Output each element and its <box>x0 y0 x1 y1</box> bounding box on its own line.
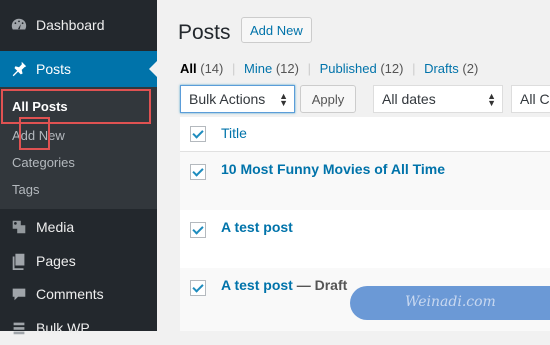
sidebar-item-label: Posts <box>36 61 72 77</box>
posts-screen: Posts Add New All (14) | Mine (12) | Pub… <box>157 0 550 331</box>
sidebar-item-comments[interactable]: Comments <box>0 277 157 311</box>
watermark-text: Weinadi.com <box>405 294 496 310</box>
filter-mine[interactable]: Mine <box>244 61 272 76</box>
row-checkbox[interactable] <box>190 164 206 180</box>
bulk-icon <box>9 318 29 338</box>
filter-drafts-count: (2) <box>462 61 479 76</box>
select-caret-icon: ▲ ▼ <box>487 91 496 108</box>
submenu-tags[interactable]: Tags <box>12 182 39 197</box>
filter-published-count: (12) <box>380 61 404 76</box>
filter-all[interactable]: All <box>180 61 197 76</box>
filter-drafts[interactable]: Drafts <box>424 61 459 76</box>
bulk-actions-select[interactable]: Bulk Actions ▲ ▼ <box>180 85 295 113</box>
sidebar-item-dashboard[interactable]: Dashboard <box>0 8 157 42</box>
row-checkbox[interactable] <box>190 280 206 296</box>
separator: | <box>412 61 416 76</box>
select-caret-icon: ▲ ▼ <box>279 91 288 108</box>
categories-filter-select[interactable]: All Ca <box>511 85 550 113</box>
sidebar-item-media[interactable]: Media <box>0 210 157 244</box>
sidebar-item-label: Pages <box>36 253 76 269</box>
table-row: 10 Most Funny Movies of All Time <box>180 152 550 210</box>
separator: | <box>307 61 311 76</box>
categories-filter-value: All Ca <box>520 91 550 107</box>
filter-published[interactable]: Published <box>320 61 377 76</box>
highlight-box <box>19 117 50 150</box>
post-status-filters: All (14) | Mine (12) | Published (12) | … <box>180 61 478 76</box>
current-menu-arrow <box>149 61 157 77</box>
media-icon <box>9 217 29 237</box>
pages-icon <box>9 251 29 271</box>
post-title-link[interactable]: A test post <box>221 219 293 235</box>
filter-mine-count: (12) <box>275 61 299 76</box>
dates-filter-select[interactable]: All dates ▲ ▼ <box>373 85 503 113</box>
dates-filter-value: All dates <box>382 91 436 107</box>
sidebar-item-label: Media <box>36 219 75 235</box>
apply-button[interactable]: Apply <box>300 85 356 113</box>
post-title-link[interactable]: 10 Most Funny Movies of All Time <box>221 161 445 177</box>
separator: | <box>232 61 236 76</box>
sidebar-item-posts[interactable]: Posts <box>0 51 157 87</box>
sidebar-item-label: Comments <box>36 286 104 302</box>
select-all-checkbox[interactable] <box>190 126 206 142</box>
page-title: Posts <box>178 21 231 44</box>
pin-icon <box>9 59 29 79</box>
sidebar-item-pages[interactable]: Pages <box>0 244 157 278</box>
sidebar-item-bulk-wp[interactable]: Bulk WP <box>0 311 157 345</box>
title-column-header[interactable]: Title <box>221 125 247 141</box>
table-header: Title <box>180 117 550 152</box>
sidebar-item-label: Dashboard <box>36 17 105 33</box>
post-title[interactable]: A test post <box>221 277 293 293</box>
add-new-button[interactable]: Add New <box>241 17 312 43</box>
bulk-actions-value: Bulk Actions <box>189 91 266 107</box>
comments-icon <box>9 284 29 304</box>
row-checkbox[interactable] <box>190 222 206 238</box>
submenu-categories[interactable]: Categories <box>12 155 75 170</box>
post-title-link: A test post — Draft <box>221 277 347 293</box>
dashboard-icon <box>9 15 29 35</box>
filter-all-count: (14) <box>200 61 224 76</box>
table-row: A test post <box>180 210 550 268</box>
admin-sidebar: Dashboard Posts All Posts Add New Catego… <box>0 0 157 336</box>
sidebar-item-label: Bulk WP <box>36 320 90 336</box>
post-state: — Draft <box>292 277 348 293</box>
